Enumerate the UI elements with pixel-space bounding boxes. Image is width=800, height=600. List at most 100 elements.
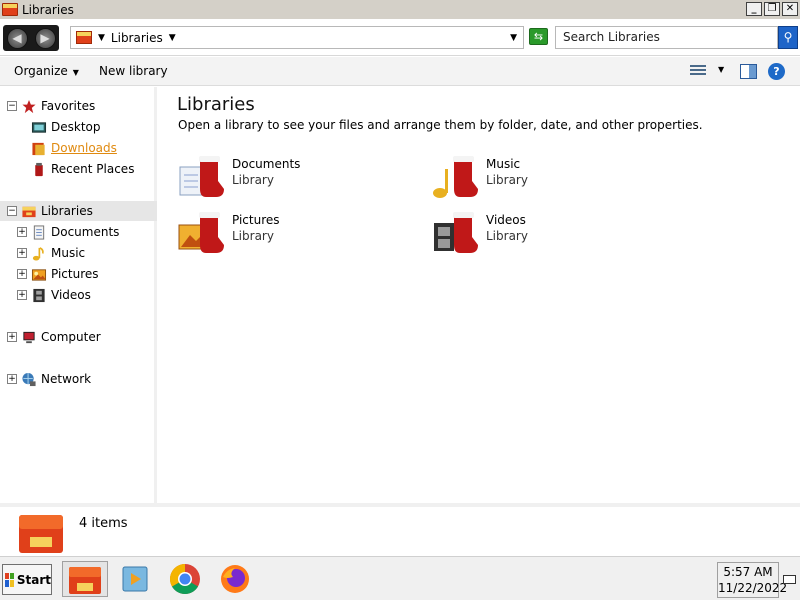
clock-date: 11/22/2022 [718,581,788,595]
taskbar-explorer[interactable] [62,561,108,597]
pictures-icon [31,268,47,281]
taskbar-chrome[interactable] [162,561,208,597]
documents-icon [33,224,45,240]
search-input[interactable]: Search Libraries [555,26,778,49]
address-bar-area: ◀ ▶ ▼ Libraries ▼ ▼ ⇆ Search Libraries ⚲ [0,19,800,56]
library-pictures-type: Library [232,229,274,243]
videos-library-icon [434,212,478,253]
restore-button[interactable]: ❐ [764,2,780,16]
nav-buttons: ◀ ▶ [3,25,59,51]
nav-downloads[interactable]: Downloads [0,138,157,158]
nav-downloads-label: Downloads [51,141,117,155]
new-library-button[interactable]: New library [99,64,168,78]
close-button[interactable]: ✕ [782,2,798,16]
documents-library-icon [179,156,224,197]
nav-computer-label: Computer [41,330,101,344]
help-icon[interactable]: ? [768,63,785,80]
recent-places-icon [35,162,43,176]
back-button[interactable]: ◀ [6,27,28,49]
nav-documents-label: Documents [51,225,120,239]
desktop-icon [31,121,47,133]
breadcrumb-libraries[interactable]: Libraries [111,31,163,45]
search-icon[interactable]: ⚲ [778,26,798,49]
nav-music-label: Music [51,246,86,260]
library-videos[interactable]: Videos Library [432,211,652,259]
organize-button[interactable]: Organize ▼ [14,64,79,78]
nav-recent-places-label: Recent Places [51,162,135,176]
breadcrumb-arrow-icon[interactable]: ▼ [98,33,105,43]
libraries-large-icon [19,515,63,553]
library-pictures-name: Pictures [232,213,280,227]
windows-logo-icon [5,572,14,587]
library-music-type: Library [486,173,528,187]
library-pictures[interactable]: Pictures Library [178,211,398,259]
navigation-pane: − Favorites Desktop Downloads Recent Pla… [0,87,157,503]
nav-libraries[interactable]: − Libraries [0,201,157,221]
libraries-icon [69,567,101,594]
expand-icon[interactable]: + [17,248,27,258]
nav-desktop-label: Desktop [51,120,101,134]
nav-network-label: Network [41,372,92,386]
content-pane: Libraries Open a library to see your fil… [160,87,800,503]
organize-label: Organize [14,64,68,78]
taskbar-media-player[interactable] [112,561,158,597]
library-music[interactable]: Music Library [432,155,652,203]
address-field[interactable]: ▼ Libraries ▼ ▼ [70,26,524,49]
firefox-icon [221,565,249,593]
nav-pictures[interactable]: + Pictures [0,264,157,284]
view-options-chevron-icon[interactable]: ▼ [718,65,724,74]
start-button[interactable]: Start [2,564,52,595]
item-count: 4 items [79,516,128,531]
video-film-icon [33,288,45,302]
media-player-icon [122,566,148,592]
expand-icon[interactable]: + [7,374,17,384]
library-videos-type: Library [486,229,528,243]
command-toolbar: Organize ▼ New library ▼ ? [0,57,800,86]
page-title: Libraries [177,94,255,115]
nav-desktop[interactable]: Desktop [0,117,157,137]
taskbar-firefox[interactable] [212,561,258,597]
network-tray-icon[interactable] [783,575,796,584]
library-documents-type: Library [232,173,274,187]
expand-icon[interactable]: + [17,227,27,237]
expand-icon[interactable]: + [17,290,27,300]
nav-music[interactable]: + Music [0,243,157,263]
nav-documents[interactable]: + Documents [0,222,157,242]
library-documents-name: Documents [232,157,301,171]
details-pane: 4 items [0,503,800,555]
breadcrumb-chevron-icon[interactable]: ▼ [169,33,176,43]
nav-network[interactable]: + Network [0,369,157,389]
nav-libraries-label: Libraries [41,204,93,218]
start-label: Start [16,572,51,587]
address-history-dropdown-icon[interactable]: ▼ [510,33,517,43]
chrome-icon [169,564,200,595]
library-videos-name: Videos [486,213,526,227]
collapse-icon[interactable]: − [7,101,17,111]
nav-videos-label: Videos [51,288,91,302]
nav-recent-places[interactable]: Recent Places [0,159,157,179]
change-view-icon[interactable] [690,65,706,78]
music-library-icon [433,156,478,198]
library-documents[interactable]: Documents Library [178,155,398,203]
system-clock[interactable]: 5:57 AM 11/22/2022 [717,562,788,598]
expand-icon[interactable]: + [17,269,27,279]
minimize-button[interactable]: _ [746,2,762,16]
preview-pane-icon[interactable] [740,64,757,79]
page-subtitle: Open a library to see your files and arr… [178,118,703,132]
nav-favorites[interactable]: − Favorites [0,96,157,116]
libraries-icon [2,3,18,16]
window-title: Libraries [22,2,74,17]
pictures-library-icon [178,212,224,253]
nav-computer[interactable]: + Computer [0,327,157,347]
nav-videos[interactable]: + Videos [0,285,157,305]
clock-time: 5:57 AM [723,565,773,579]
window-controls: _ ❐ ✕ [746,2,798,16]
star-icon [22,99,36,113]
libraries-icon [76,31,92,44]
nav-favorites-label: Favorites [41,99,96,113]
refresh-button[interactable]: ⇆ [529,28,548,45]
collapse-icon[interactable]: − [7,206,17,216]
forward-button[interactable]: ▶ [34,27,56,49]
network-globe-icon [22,372,36,386]
expand-icon[interactable]: + [7,332,17,342]
